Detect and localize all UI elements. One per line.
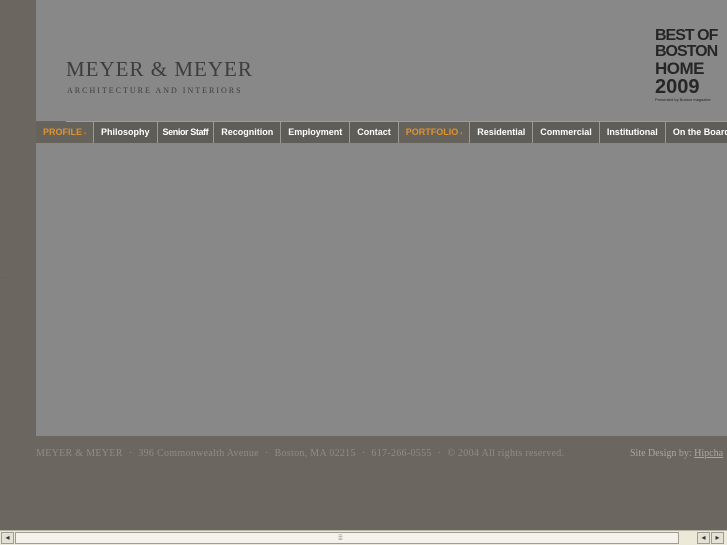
main-navigation: PROFILE › Philosophy Senior Staff Recogni… [36, 122, 727, 143]
horizontal-scrollbar[interactable]: ◂ ⁞⁞⁞⁞ ◂ ▸ [0, 530, 727, 545]
nav-on-the-boards[interactable]: On the Boards [666, 122, 727, 143]
footer-separator: · [264, 448, 269, 459]
footer-phone: 617-266-0555 [371, 448, 432, 459]
arrow-right-icon: › [84, 131, 87, 137]
footer-separator: · [437, 448, 442, 459]
main-content-area [36, 143, 727, 436]
nav-commercial[interactable]: Commercial [533, 122, 600, 143]
scrollbar-thumb[interactable]: ⁞⁞⁞⁞ [15, 532, 679, 544]
left-margin: ··· [0, 0, 36, 530]
footer-separator: · [361, 448, 366, 459]
nav-residential[interactable]: Residential [470, 122, 534, 143]
footer-company: MEYER & MEYER [36, 448, 123, 459]
site-design-link[interactable]: Hipcha [694, 448, 723, 459]
footer-address: 396 Commonwealth Avenue [138, 448, 259, 459]
best-of-boston-award-logo: BEST OF BOSTON HOME 2009 Presented by Bo… [655, 27, 718, 102]
company-logo-name[interactable]: MEYER & MEYER [66, 57, 253, 82]
arrow-right-icon: › [460, 131, 463, 137]
nav-portfolio[interactable]: PORTFOLIO › [398, 122, 471, 143]
footer-copyright: © 2004 All rights reserved. [447, 448, 565, 459]
nav-contact[interactable]: Contact [350, 122, 399, 143]
nav-profile[interactable]: PROFILE › [36, 122, 95, 143]
company-tagline: ARCHITECTURE AND INTERIORS [67, 86, 243, 95]
left-margin-marker: ··· [3, 272, 12, 278]
nav-recognition[interactable]: Recognition [214, 122, 282, 143]
footer-info: MEYER & MEYER · 396 Commonwealth Avenue · Bo… [36, 448, 564, 459]
nav-institutional[interactable]: Institutional [600, 122, 666, 143]
footer-city: Boston, MA 02215 [274, 448, 356, 459]
nav-employment[interactable]: Employment [281, 122, 351, 143]
scrollbar-grip-icon: ⁞⁞⁞⁞ [338, 535, 343, 542]
site-design-credit: Site Design by: Hipcha [630, 448, 723, 459]
scroll-left-button-secondary[interactable]: ◂ [697, 532, 710, 544]
scroll-right-button[interactable]: ▸ [711, 532, 724, 544]
scroll-left-button[interactable]: ◂ [1, 532, 14, 544]
site-design-label: Site Design by: [630, 448, 692, 459]
nav-philosophy[interactable]: Philosophy [94, 122, 158, 143]
nav-senior-staff[interactable]: Senior Staff [158, 122, 215, 143]
footer-separator: · [128, 448, 133, 459]
